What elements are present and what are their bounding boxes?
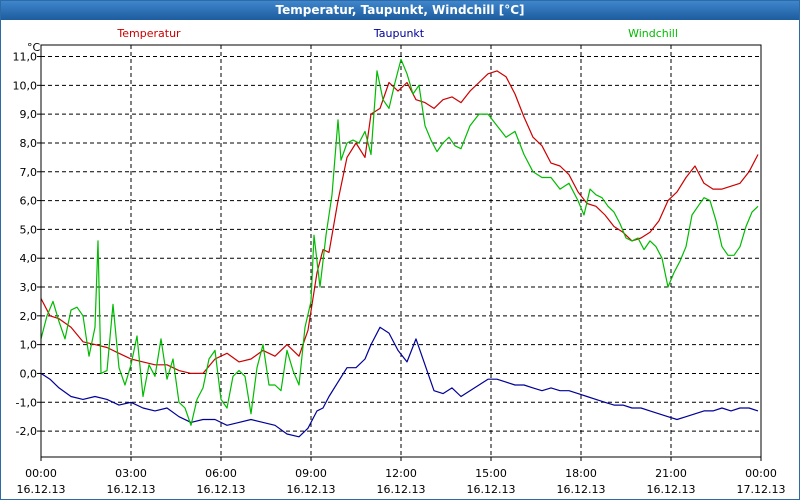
x-tick-date-label: 16.12.13 (287, 483, 336, 496)
x-tick-time-label: 00:00 (25, 467, 57, 480)
x-tick-time-label: 15:00 (475, 467, 507, 480)
chart-grid (41, 45, 761, 457)
x-tick-date-label: 17.12.13 (737, 483, 786, 496)
series-line-taupunkt (40, 326, 759, 438)
x-tick-time-label: 09:00 (295, 467, 327, 480)
x-tick-date-label: 16.12.13 (107, 483, 156, 496)
y-tick-label: -1,0 (16, 396, 37, 409)
y-tick-label: 3,0 (20, 281, 38, 294)
y-tick-label: 7,0 (20, 166, 38, 179)
line-chart: °C Temperatur Taupunkt Windchill 11,010,… (13, 27, 786, 496)
chart-window: Temperatur, Taupunkt, Windchill [°C] °C … (0, 0, 800, 500)
legend-windchill: Windchill (628, 27, 678, 40)
series-line-temperatur (40, 70, 759, 374)
x-tick-time-label: 21:00 (655, 467, 687, 480)
x-tick-date-label: 16.12.13 (197, 483, 246, 496)
y-tick-label: 6,0 (20, 195, 38, 208)
x-tick-time-label: 00:00 (745, 467, 777, 480)
y-tick-label: 0,0 (20, 367, 38, 380)
x-axis: 00:00 16.12.13 03:00 16.12.13 06:00 16.12.13 0… (17, 457, 786, 496)
legend-taupunkt: Taupunkt (373, 27, 425, 40)
x-tick-time-label: 06:00 (205, 467, 237, 480)
window-title: Temperatur, Taupunkt, Windchill [°C] (1, 1, 799, 20)
x-tick-time-label: 18:00 (565, 467, 597, 480)
x-tick-date-label: 16.12.13 (467, 483, 516, 496)
legend-temperatur: Temperatur (116, 27, 181, 40)
y-tick-label: 9,0 (20, 108, 38, 121)
y-tick-label: 4,0 (20, 252, 38, 265)
series-lines (40, 58, 759, 438)
legend: Temperatur Taupunkt Windchill (116, 27, 678, 40)
y-axis: 11,0 10,0 9,0 8,0 7,0 6,0 5,0 4,0 3,0 2,0 1,0 0,0 -1… (13, 51, 41, 438)
x-tick-time-label: 12:00 (385, 467, 417, 480)
x-tick-date-label: 16.12.13 (377, 483, 426, 496)
x-tick-date-label: 16.12.13 (557, 483, 606, 496)
x-tick-date-label: 16.12.13 (647, 483, 696, 496)
y-tick-label: 8,0 (20, 137, 38, 150)
y-tick-label: 11,0 (13, 51, 38, 64)
y-tick-label: 2,0 (20, 310, 38, 323)
y-tick-label: 5,0 (20, 223, 38, 236)
x-tick-date-label: 16.12.13 (17, 483, 66, 496)
y-tick-label: 10,0 (13, 79, 38, 92)
x-tick-time-label: 03:00 (115, 467, 147, 480)
y-tick-label: -2,0 (16, 425, 37, 438)
y-tick-label: 1,0 (20, 339, 38, 352)
